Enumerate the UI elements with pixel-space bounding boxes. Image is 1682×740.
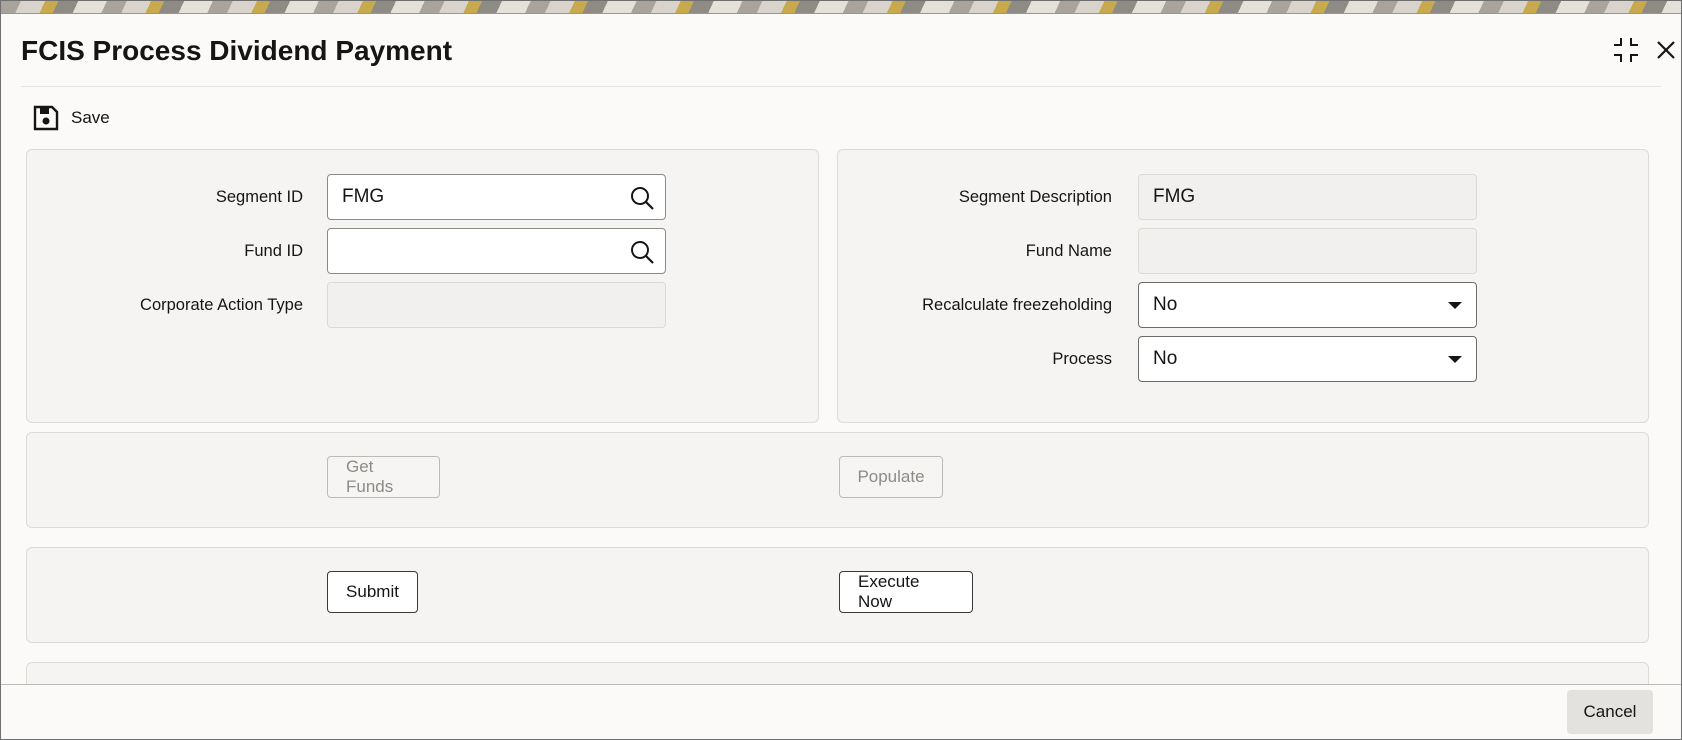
dialog-window: FCIS Process Dividend Payment Save Segme… xyxy=(0,0,1682,740)
fund-name-field xyxy=(1138,228,1477,274)
page-title: FCIS Process Dividend Payment xyxy=(21,35,453,66)
left-panel: Segment ID FMG Fund ID Corporate Action … xyxy=(26,149,819,423)
segment-id-label: Segment ID xyxy=(215,188,303,206)
save-label: Save xyxy=(71,108,110,127)
process-value: No xyxy=(1153,348,1178,369)
save-disk-icon xyxy=(33,105,59,131)
footer-bar xyxy=(1,685,1681,739)
fund-id-input[interactable] xyxy=(327,228,666,274)
fund-actions-panel: Get Funds Populate xyxy=(26,432,1649,528)
segment-description-label: Segment Description xyxy=(958,188,1112,206)
close-icon[interactable] xyxy=(1651,35,1681,65)
right-panel: Segment Description FMG Fund Name Recalc… xyxy=(837,149,1649,423)
fund-id-label: Fund ID xyxy=(244,242,303,260)
chevron-down-icon xyxy=(1448,302,1462,309)
submit-button[interactable]: Submit xyxy=(327,571,418,613)
segment-id-value: FMG xyxy=(342,186,385,207)
maximize-icon[interactable] xyxy=(1611,35,1641,65)
save-button[interactable]: Save xyxy=(33,105,110,131)
execute-now-button[interactable]: Execute Now xyxy=(839,571,973,613)
chevron-down-icon xyxy=(1448,356,1462,363)
corporate-action-type-label: Corporate Action Type xyxy=(140,296,303,314)
recalculate-freezeholding-select[interactable]: No xyxy=(1138,282,1477,328)
segment-description-value: FMG xyxy=(1153,186,1196,207)
fund-name-label: Fund Name xyxy=(1025,242,1112,260)
process-select[interactable]: No xyxy=(1138,336,1477,382)
process-label: Process xyxy=(1052,350,1112,368)
recalculate-freezeholding-value: No xyxy=(1153,294,1178,315)
search-icon[interactable] xyxy=(629,239,655,265)
segment-description-field: FMG xyxy=(1138,174,1477,220)
decorative-header-strip xyxy=(1,1,1681,14)
populate-button[interactable]: Populate xyxy=(839,456,943,498)
corporate-action-type-field xyxy=(327,282,666,328)
title-divider xyxy=(21,86,1661,87)
get-funds-button[interactable]: Get Funds xyxy=(327,456,440,498)
process-actions-panel: Submit Execute Now xyxy=(26,547,1649,643)
search-icon[interactable] xyxy=(629,185,655,211)
segment-id-input[interactable]: FMG xyxy=(327,174,666,220)
cancel-button[interactable]: Cancel xyxy=(1567,690,1653,734)
recalculate-freezeholding-label: Recalculate freezeholding xyxy=(922,296,1112,314)
